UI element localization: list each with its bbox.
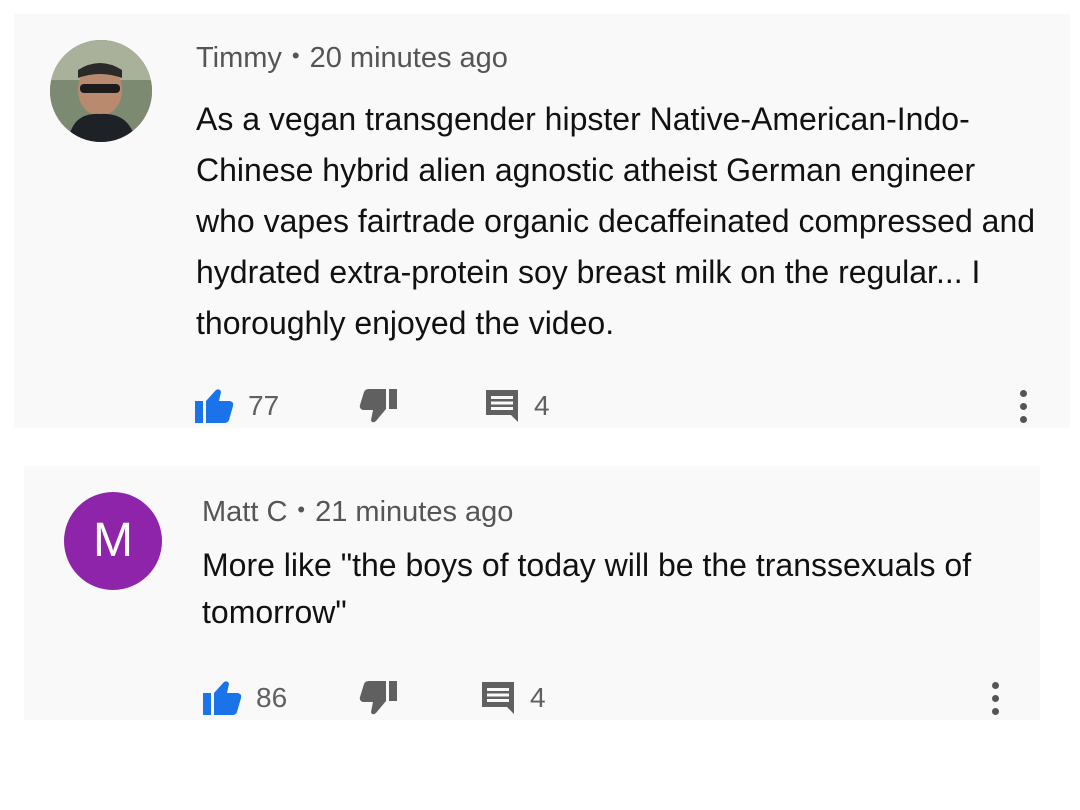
comment-actions: 86 4 [24,674,1040,722]
reply-button[interactable]: 4 [480,674,546,722]
reply-button[interactable]: 4 [484,382,550,430]
meta-separator: • [291,43,300,68]
meta-separator: • [297,497,306,522]
more-dot [1020,403,1027,410]
comment-card: M Matt C • 21 minutes ago More like "the b… [24,466,1040,720]
more-dot [992,695,999,702]
like-button[interactable]: 77 [194,382,279,430]
more-dot [1020,416,1027,423]
comment-actions: 77 4 [14,382,1070,430]
dislike-button[interactable] [358,674,398,722]
like-button[interactable]: 86 [202,674,287,722]
comment-icon [480,680,516,716]
author-name[interactable]: Timmy [196,42,282,74]
comment-timestamp[interactable]: 20 minutes ago [310,42,508,74]
comment-icon [484,388,520,424]
like-count: 77 [248,390,280,421]
comment-meta: Timmy • 20 minutes ago [196,42,508,75]
reply-count: 4 [530,682,546,713]
thumbs-down-icon [358,388,398,424]
like-count: 86 [256,682,288,713]
comment-text: As a vegan transgender hipster Native-Am… [196,101,1036,341]
more-dot [1020,390,1027,397]
author-avatar[interactable]: M [64,492,162,590]
more-dot [992,708,999,715]
dislike-button[interactable] [358,382,398,430]
comment-meta: Matt C • 21 minutes ago [202,496,513,529]
comment-text: More like "the boys of today will be the… [202,547,972,630]
more-options-button[interactable] [988,678,1002,718]
more-options-button[interactable] [1016,386,1030,426]
thumbs-up-icon [202,680,242,716]
more-dot [992,682,999,689]
reply-count: 4 [534,390,550,421]
author-avatar[interactable] [50,40,152,142]
thumbs-down-icon [358,680,398,716]
comment-card: Timmy • 20 minutes ago As a vegan transgen… [14,14,1070,428]
comment-timestamp[interactable]: 21 minutes ago [315,496,513,528]
author-name[interactable]: Matt C [202,496,287,528]
thumbs-up-icon [194,388,234,424]
